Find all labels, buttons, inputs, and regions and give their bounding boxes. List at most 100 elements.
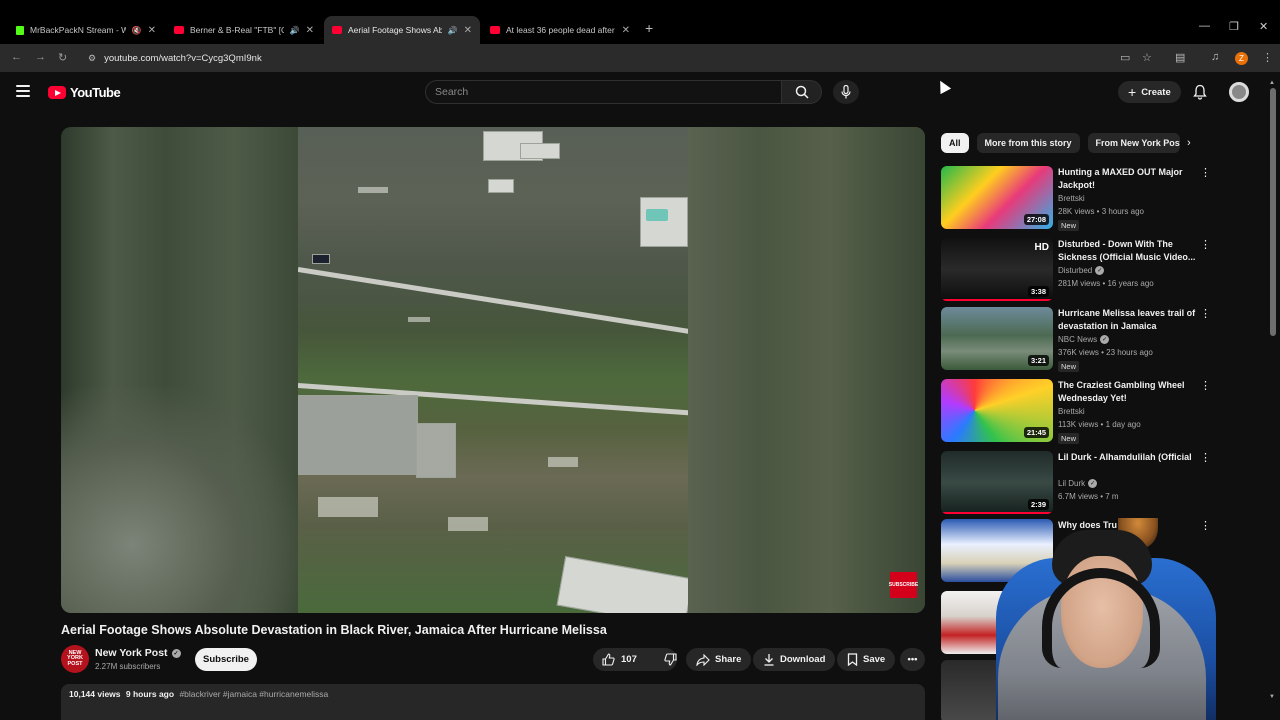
verified-check-icon: ✓	[1100, 335, 1110, 344]
youtube-play-icon	[48, 86, 66, 99]
reload-icon[interactable]: ↻	[58, 51, 67, 64]
chevron-right-icon[interactable]: ›	[1187, 137, 1191, 149]
recommendation-item[interactable]: HD 3:38 Disturbed - Down With The Sickne…	[941, 238, 1211, 302]
voice-search-button[interactable]	[833, 80, 859, 104]
recommendation-item[interactable]: 3:21 Hurricane Melissa leaves trail of d…	[941, 307, 1211, 372]
rec-channel-row: Lil Durk ✓	[1058, 479, 1098, 488]
like-button[interactable]: 107	[593, 648, 645, 671]
search-input[interactable]	[435, 86, 781, 98]
profile-avatar[interactable]: Z	[1235, 52, 1248, 65]
rec-channel-row: Brettski	[1058, 407, 1085, 416]
more-vertical-icon[interactable]: ⋮	[1200, 166, 1211, 179]
description-box[interactable]: 10,144 views 9 hours ago #blackriver #ja…	[61, 684, 925, 720]
video-thumbnail[interactable]: 21:45	[941, 379, 1053, 442]
dislike-button[interactable]	[655, 648, 685, 671]
rec-title[interactable]: Disturbed - Down With The Sickness (Offi…	[1058, 238, 1196, 264]
rec-channel[interactable]: NBC News	[1058, 335, 1097, 344]
rec-channel[interactable]: Lil Durk	[1058, 479, 1085, 488]
recommendation-item[interactable]: 27:08 Hunting a MAXED OUT Major Jackpot!…	[941, 166, 1211, 231]
tab-close-icon[interactable]: ✕	[622, 25, 630, 36]
share-button[interactable]: Share	[686, 648, 752, 671]
speaker-icon[interactable]: 🔊	[448, 26, 458, 35]
url-text[interactable]: youtube.com/watch?v=Cycg3QmI9nk	[104, 53, 262, 64]
window-close-icon[interactable]: ✕	[1259, 20, 1268, 33]
create-button[interactable]: + Create	[1118, 81, 1181, 103]
account-avatar[interactable]	[1229, 82, 1249, 102]
player-blur-background	[61, 387, 299, 613]
channel-name[interactable]: New York Post	[95, 647, 168, 659]
more-vertical-icon[interactable]: ⋮	[1200, 307, 1211, 320]
rec-channel[interactable]: Brettski	[1058, 194, 1085, 203]
reading-list-icon[interactable]: ▤	[1175, 51, 1185, 64]
video-frame[interactable]	[298, 127, 688, 613]
browser-tab[interactable]: Berner & B-Real "FTB" [Offic 🔊 ✕	[166, 16, 322, 44]
menu-icon[interactable]	[16, 85, 30, 97]
new-tab-icon[interactable]: +	[645, 20, 653, 36]
cast-icon[interactable]: ▭	[1120, 51, 1130, 64]
search-button[interactable]	[782, 80, 822, 104]
browser-tab[interactable]: MrBackPackN Stream - Wat 🔇 ✕	[8, 16, 164, 44]
browser-menu-icon[interactable]: ⋮	[1262, 51, 1273, 64]
hd-badge: HD	[1034, 242, 1049, 253]
download-label: Download	[780, 654, 826, 665]
more-vertical-icon[interactable]: ⋮	[1200, 451, 1211, 464]
youtube-logo[interactable]: YouTube	[48, 85, 121, 100]
browser-tab-active[interactable]: Aerial Footage Shows Abso 🔊 ✕	[324, 16, 480, 44]
video-player[interactable]: SUBSCRIBE	[61, 127, 925, 613]
media-controls-icon[interactable]: ♫	[1211, 51, 1219, 63]
chip-all[interactable]: All	[941, 133, 969, 153]
rec-channel[interactable]: Brettski	[1058, 407, 1085, 416]
video-thumbnail[interactable]: HD 3:38	[941, 238, 1053, 301]
maximize-icon[interactable]: ❐	[1229, 20, 1239, 33]
verified-check-icon: ✓	[1095, 266, 1105, 275]
minimize-icon[interactable]: —	[1199, 20, 1210, 32]
bookmark-star-icon[interactable]: ☆	[1142, 51, 1152, 64]
video-thumbnail[interactable]: 2:39	[941, 451, 1053, 514]
rec-title[interactable]: Hunting a MAXED OUT Major Jackpot!	[1058, 166, 1196, 192]
speaker-icon[interactable]: 🔊	[290, 26, 300, 35]
notifications-button[interactable]	[1193, 84, 1207, 100]
address-bar[interactable]: ⚙ youtube.com/watch?v=Cycg3QmI9nk	[78, 47, 1144, 69]
kick-icon	[16, 25, 24, 35]
page-scrollbar-thumb[interactable]	[1270, 88, 1276, 336]
more-vertical-icon[interactable]: ⋮	[1200, 238, 1211, 251]
more-actions-button[interactable]: •••	[900, 648, 925, 671]
rec-title[interactable]: Hurricane Melissa leaves trail of devast…	[1058, 307, 1196, 333]
rec-meta: 113K views • 1 day ago	[1058, 420, 1141, 429]
scroll-down-arrow-icon[interactable]: ▼	[1269, 694, 1275, 700]
tab-close-icon[interactable]: ✕	[306, 25, 314, 36]
hashtags[interactable]: #blackriver #jamaica #hurricanemelissa	[179, 689, 328, 699]
subscribe-watermark[interactable]: SUBSCRIBE	[889, 572, 918, 598]
video-thumbnail[interactable]: 3:21	[941, 307, 1053, 370]
watched-progress	[941, 512, 1053, 514]
rec-title[interactable]: Lil Durk - Alhamdulilah (Official	[1058, 451, 1196, 464]
recommendation-item[interactable]: 2:39 Lil Durk - Alhamdulilah (Official L…	[941, 451, 1211, 515]
recommendation-item[interactable]: 21:45 The Craziest Gambling Wheel Wednes…	[941, 379, 1211, 444]
subscriber-count: 2.27M subscribers	[95, 662, 161, 671]
site-info-icon[interactable]: ⚙	[88, 53, 96, 64]
chip-more-from-story[interactable]: More from this story	[976, 133, 1080, 153]
more-vertical-icon[interactable]: ⋮	[1200, 379, 1211, 392]
scroll-up-arrow-icon[interactable]: ▲	[1269, 80, 1275, 86]
browser-tab[interactable]: At least 36 people dead after H ✕	[482, 16, 638, 44]
forward-icon[interactable]: →	[35, 51, 46, 63]
subscribe-button[interactable]: Subscribe	[195, 648, 257, 671]
video-title: Aerial Footage Shows Absolute Devastatio…	[61, 623, 607, 637]
debris	[318, 497, 378, 517]
tab-close-icon[interactable]: ✕	[148, 25, 156, 36]
browser-toolbar: ← → ↻ ⚙ youtube.com/watch?v=Cycg3QmI9nk …	[0, 44, 1280, 72]
rec-channel-row: Disturbed ✓	[1058, 266, 1105, 275]
rec-title[interactable]: The Craziest Gambling Wheel Wednesday Ye…	[1058, 379, 1196, 405]
download-button[interactable]: Download	[753, 648, 836, 671]
tab-close-icon[interactable]: ✕	[464, 25, 472, 36]
search-box[interactable]	[425, 80, 782, 104]
channel-name-row[interactable]: New York Post ✓	[95, 647, 181, 659]
video-thumbnail[interactable]: 27:08	[941, 166, 1053, 229]
muted-icon[interactable]: 🔇	[132, 26, 142, 35]
back-icon[interactable]: ←	[11, 51, 22, 63]
chip-from-channel[interactable]: From New York Post	[1087, 133, 1180, 153]
save-button[interactable]: Save	[837, 648, 896, 671]
channel-avatar[interactable]: NEW YORK POST	[61, 645, 89, 673]
verified-check-icon: ✓	[1088, 479, 1098, 488]
rec-channel[interactable]: Disturbed	[1058, 266, 1092, 275]
